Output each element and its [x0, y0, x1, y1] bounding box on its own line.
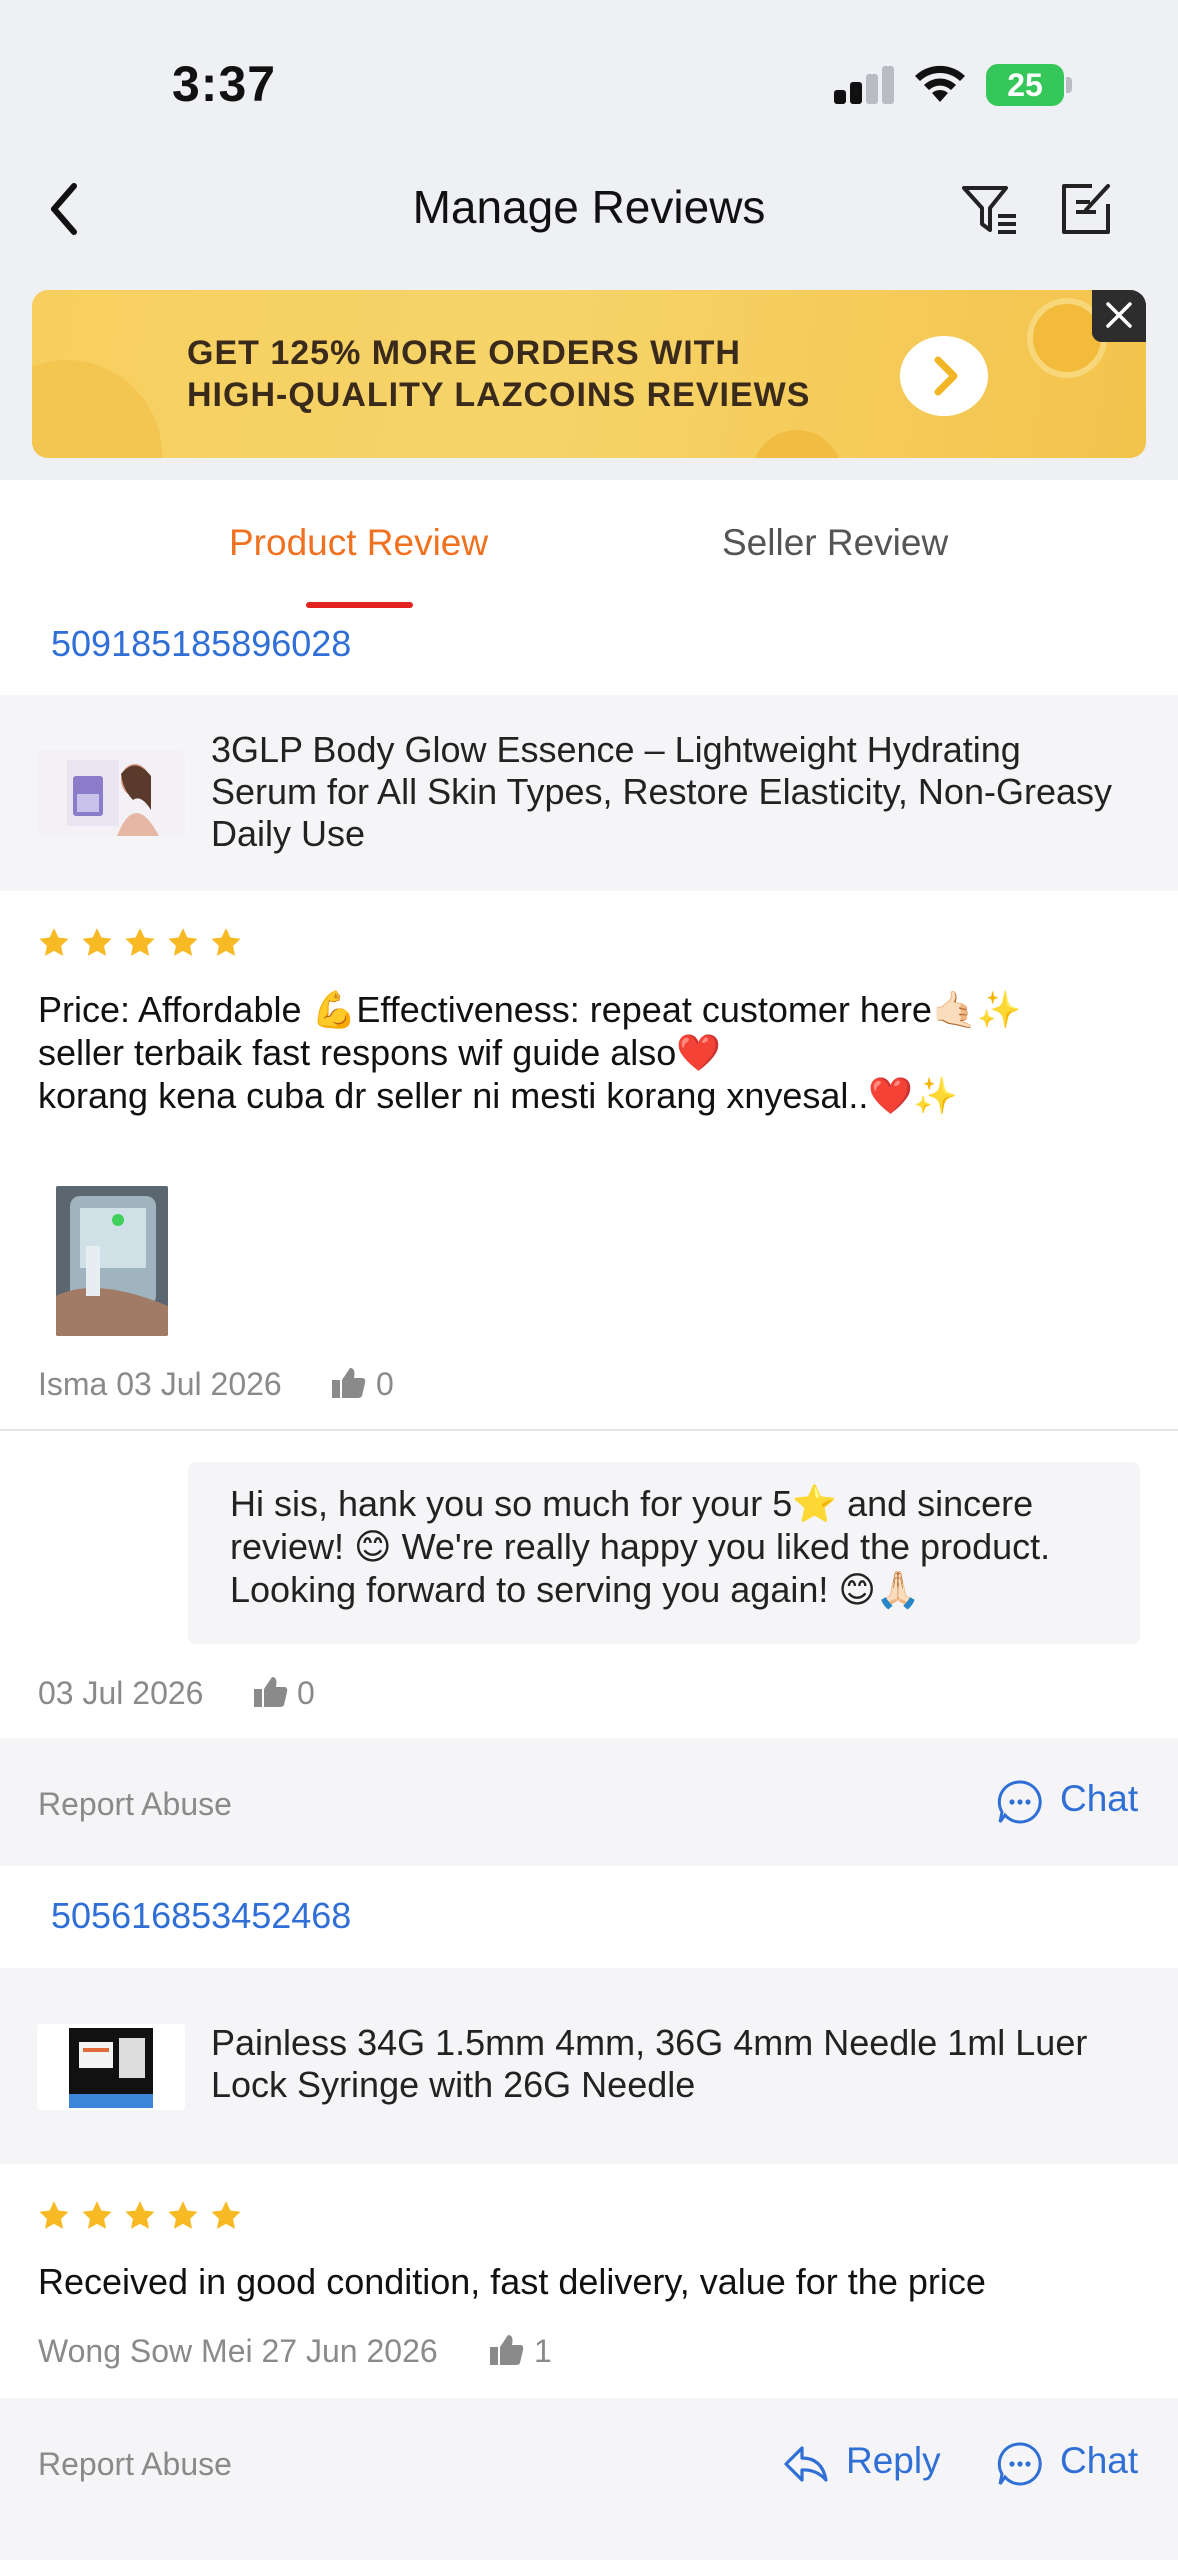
wifi-icon — [915, 65, 965, 102]
filter-icon[interactable] — [960, 182, 1020, 238]
review-line-3: korang kena cuba dr seller ni mesti kora… — [38, 1075, 959, 1116]
star-icon — [168, 928, 198, 956]
chat-icon — [997, 2442, 1042, 2486]
banner-line-2: HIGH-QUALITY LAZCOINS REVIEWS — [187, 376, 811, 414]
thumbs-up-icon[interactable] — [488, 2333, 524, 2367]
reply-date: 03 Jul 2026 — [38, 1675, 204, 1711]
star-icon — [125, 2201, 155, 2229]
edit-note-icon[interactable] — [1058, 180, 1114, 238]
status-time: 3:37 — [172, 56, 277, 112]
product-thumbnail — [37, 750, 185, 836]
divider — [0, 1429, 1178, 1431]
chat-button[interactable]: Chat — [996, 1772, 1156, 1832]
seller-reply: Hi sis, hank you so much for your 5⭐ and… — [188, 1462, 1140, 1644]
tab-product-review[interactable]: Product Review — [229, 522, 488, 564]
review-text: Received in good condition, fast deliver… — [38, 2261, 986, 2302]
product-name: 3GLP Body Glow Essence – Lightweight Hyd… — [211, 729, 1112, 854]
banner-line-1: GET 125% MORE ORDERS WITH — [187, 334, 741, 372]
tab-seller-review[interactable]: Seller Review — [722, 522, 948, 564]
review-text: Price: Affordable 💪Effectiveness: repeat… — [38, 988, 1148, 1117]
star-icon — [211, 2201, 241, 2229]
reply-arrow-icon — [784, 2446, 828, 2482]
product-row[interactable]: 3GLP Body Glow Essence – Lightweight Hyd… — [0, 695, 1178, 891]
star-rating — [37, 2199, 252, 2235]
thumbs-up-icon[interactable] — [330, 1366, 366, 1400]
like-count: 0 — [376, 1366, 394, 1402]
star-icon — [82, 928, 112, 956]
like-count: 1 — [534, 2333, 552, 2369]
active-tab-indicator — [306, 602, 413, 608]
thumbs-up-icon[interactable] — [252, 1675, 288, 1709]
chat-icon — [997, 1780, 1042, 1824]
review-actions: Report Abuse Chat — [0, 1738, 1178, 1866]
review-actions: Report Abuse Reply Chat — [0, 2398, 1178, 2560]
cellular-signal-icon — [834, 66, 894, 104]
review-author-date: Wong Sow Mei 27 Jun 2026 — [38, 2333, 438, 2369]
order-id-link[interactable]: 509185185896028 — [51, 623, 351, 665]
star-icon — [82, 2201, 112, 2229]
star-icon — [39, 928, 69, 956]
lazcoins-promo-banner[interactable]: GET 125% MORE ORDERS WITH HIGH-QUALITY L… — [32, 290, 1146, 458]
battery-level: 25 — [986, 64, 1064, 106]
top-bar: 3:37 25 Manage Reviews GET 125% MORE ORD… — [0, 0, 1178, 480]
product-thumbnail — [37, 2024, 185, 2110]
review-tabs: Product Review Seller Review — [0, 480, 1178, 610]
product-row[interactable]: Painless 34G 1.5mm 4mm, 36G 4mm Needle 1… — [0, 1968, 1178, 2164]
star-rating — [37, 926, 252, 962]
battery-icon: 25 — [986, 64, 1072, 106]
review-author-date: Isma 03 Jul 2026 — [38, 1366, 282, 1402]
star-icon — [211, 928, 241, 956]
star-icon — [168, 2201, 198, 2229]
chat-label: Chat — [1060, 1778, 1139, 1819]
star-icon — [125, 928, 155, 956]
review-line-1: Price: Affordable 💪Effectiveness: repeat… — [38, 989, 1022, 1030]
report-abuse-link[interactable]: Report Abuse — [38, 2446, 232, 2483]
reply-label: Reply — [846, 2440, 941, 2481]
star-icon — [39, 2201, 69, 2229]
review-photo[interactable] — [56, 1186, 168, 1336]
chat-button[interactable]: Chat — [996, 2434, 1156, 2494]
banner-text: GET 125% MORE ORDERS WITH HIGH-QUALITY L… — [187, 332, 810, 416]
report-abuse-link[interactable]: Report Abuse — [38, 1786, 232, 1823]
close-icon[interactable] — [1092, 290, 1146, 342]
order-id-link[interactable]: 505616853452468 — [51, 1895, 351, 1937]
reply-text: Hi sis, hank you so much for your 5⭐ and… — [230, 1483, 1051, 1610]
chat-label: Chat — [1060, 2440, 1139, 2481]
reply-like-count: 0 — [297, 1675, 315, 1711]
product-name: Painless 34G 1.5mm 4mm, 36G 4mm Needle 1… — [211, 2022, 1088, 2105]
reply-button[interactable]: Reply — [782, 2434, 952, 2494]
chevron-right-icon[interactable] — [900, 336, 988, 416]
review-line-2: seller terbaik fast respons wif guide al… — [38, 1032, 722, 1073]
